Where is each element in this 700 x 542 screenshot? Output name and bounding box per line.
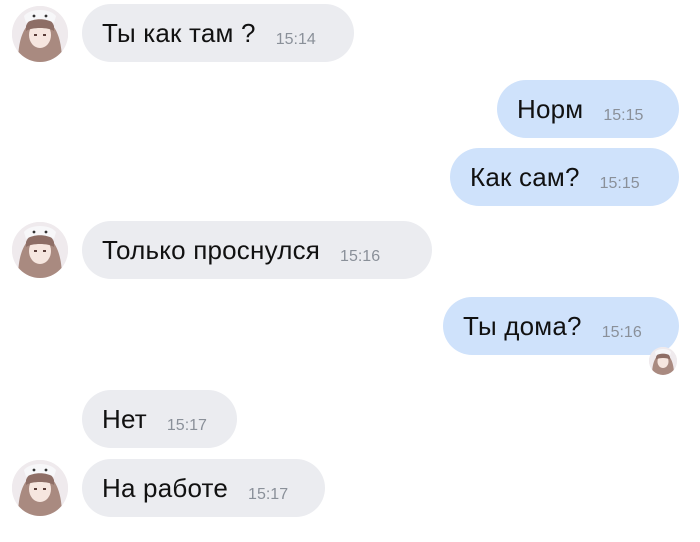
sender-avatar-icon[interactable] xyxy=(12,222,68,278)
read-receipt-avatar-icon xyxy=(649,347,677,375)
message-time: 15:15 xyxy=(603,107,644,124)
message-time: 15:14 xyxy=(275,31,316,48)
message-bubble[interactable]: На работе 15:17 xyxy=(82,459,325,517)
message-bubble[interactable]: Нет 15:17 xyxy=(82,390,237,448)
chat-history: Ты как там ? 15:14 Норм 15:15 Как сам? 1… xyxy=(0,0,700,542)
message-bubble[interactable]: Только проснулся 15:16 xyxy=(82,221,432,279)
message-text: На работе xyxy=(102,472,229,503)
message-time: 15:17 xyxy=(166,417,207,434)
message-bubble[interactable]: Норм 15:15 xyxy=(497,80,679,138)
message-text: Только проснулся xyxy=(102,234,321,265)
message-bubble[interactable]: Ты дома? 15:16 xyxy=(443,297,679,355)
message-text: Ты дома? xyxy=(463,310,582,341)
message-time: 15:15 xyxy=(599,175,640,192)
sender-avatar-icon[interactable] xyxy=(12,6,68,62)
sender-avatar-icon[interactable] xyxy=(12,460,68,516)
message-time: 15:16 xyxy=(601,324,642,341)
message-time: 15:17 xyxy=(248,486,289,503)
message-text: Ты как там ? xyxy=(102,17,256,48)
message-bubble[interactable]: Ты как там ? 15:14 xyxy=(82,4,354,62)
message-bubble[interactable]: Как сам? 15:15 xyxy=(450,148,679,206)
message-text: Как сам? xyxy=(470,161,580,192)
message-text: Норм xyxy=(517,93,584,124)
message-time: 15:16 xyxy=(340,248,381,265)
message-text: Нет xyxy=(102,403,147,434)
